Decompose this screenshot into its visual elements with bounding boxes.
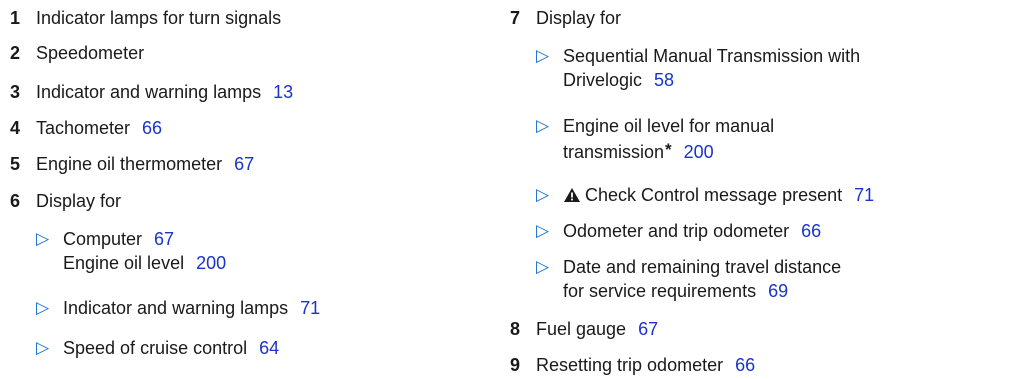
sub-item-smg: ▷ Sequential Manual Transmission with Dr… [536,44,1011,92]
triangle-bullet-icon: ▷ [536,185,550,204]
sub-item-engine-oil-manual: ▷ Engine oil level for manual transmissi… [536,114,1011,164]
warning-triangle-icon [563,184,581,208]
page-link[interactable]: 71 [300,298,320,318]
triangle-bullet-icon: ▷ [536,257,550,276]
page-link[interactable]: 58 [654,70,674,90]
sub-item-service: ▷ Date and remaining travel distance for… [536,255,1011,303]
item-number: 2 [10,43,21,63]
item-label: Display for [36,191,122,211]
sub-item-label: Drivelogic [563,70,643,90]
page-link[interactable]: 66 [142,118,162,138]
list-item-4: 4 Tachometer 66 [10,116,480,140]
list-item-7: 7 Display for [510,6,1005,30]
item-label: Speedometer [36,43,145,63]
item-number: 6 [10,191,21,211]
item-number: 4 [10,118,21,138]
page-link[interactable]: 66 [801,221,821,241]
sub-item-computer: ▷ Computer 67 Engine oil level 200 [36,227,503,275]
sub-item-label: Engine oil level [63,253,185,273]
list-item-1: 1 Indicator lamps for turn signals [10,6,480,30]
triangle-bullet-icon: ▷ [36,229,50,248]
item-label: Fuel gauge [536,319,627,339]
page-link[interactable]: 200 [196,253,226,273]
item-number: 1 [10,8,21,28]
page-link[interactable]: 67 [638,319,658,339]
sub-item-label: Engine oil level for manual [563,116,775,136]
sub-item-label: Check Control message present [585,185,843,205]
item-number: 7 [510,8,521,28]
sub-item-label: Sequential Manual Transmission with [563,46,861,66]
list-item-2: 2 Speedometer [10,41,480,65]
page-link[interactable]: 66 [735,355,755,375]
list-item-5: 5 Engine oil thermometer 67 [10,152,480,176]
sub-item-indicator-lamps: ▷ Indicator and warning lamps 71 [36,296,503,320]
page-link[interactable]: 200 [684,142,714,162]
item-label: Display for [536,8,622,28]
sub-item-label: Odometer and trip odometer [563,221,790,241]
item-number: 8 [510,319,521,339]
item-number: 3 [10,82,21,102]
list-item-9: 9 Resetting trip odometer 66 [510,353,1005,377]
triangle-bullet-icon: ▷ [536,46,550,65]
sub-item-label: Indicator and warning lamps [63,298,289,318]
sub-item-label: Date and remaining travel distance [563,257,842,277]
sub-item-label: for service requirements [563,281,757,301]
triangle-bullet-icon: ▷ [536,221,550,240]
sub-item-label: Speed of cruise control [63,338,248,358]
item-label: Tachometer [36,118,131,138]
sub-item-cruise-control: ▷ Speed of cruise control 64 [36,336,503,360]
sub-item-label: Computer [63,229,143,249]
item-number: 9 [510,355,521,375]
sub-item-check-control: ▷ Check Control message present 71 [536,183,1011,208]
triangle-bullet-icon: ▷ [36,338,50,357]
page-link[interactable]: 13 [273,82,293,102]
page-link[interactable]: 67 [154,229,174,249]
page-link[interactable]: 67 [234,154,254,174]
page-link[interactable]: 69 [768,281,788,301]
item-label: Resetting trip odometer [536,355,724,375]
page-link[interactable]: 64 [259,338,279,358]
list-item-3: 3 Indicator and warning lamps 13 [10,80,480,104]
item-label: Indicator lamps for turn signals [36,8,282,28]
sub-item-odometer: ▷ Odometer and trip odometer 66 [536,219,1011,243]
triangle-bullet-icon: ▷ [536,116,550,135]
item-number: 5 [10,154,21,174]
item-label: Engine oil thermometer [36,154,223,174]
item-label: Indicator and warning lamps [36,82,262,102]
page-link[interactable]: 71 [854,185,874,205]
asterisk-mark: * [665,140,672,159]
sub-item-label: transmission [563,142,665,162]
list-item-8: 8 Fuel gauge 67 [510,317,1005,341]
list-item-6: 6 Display for [10,189,480,213]
triangle-bullet-icon: ▷ [36,298,50,317]
